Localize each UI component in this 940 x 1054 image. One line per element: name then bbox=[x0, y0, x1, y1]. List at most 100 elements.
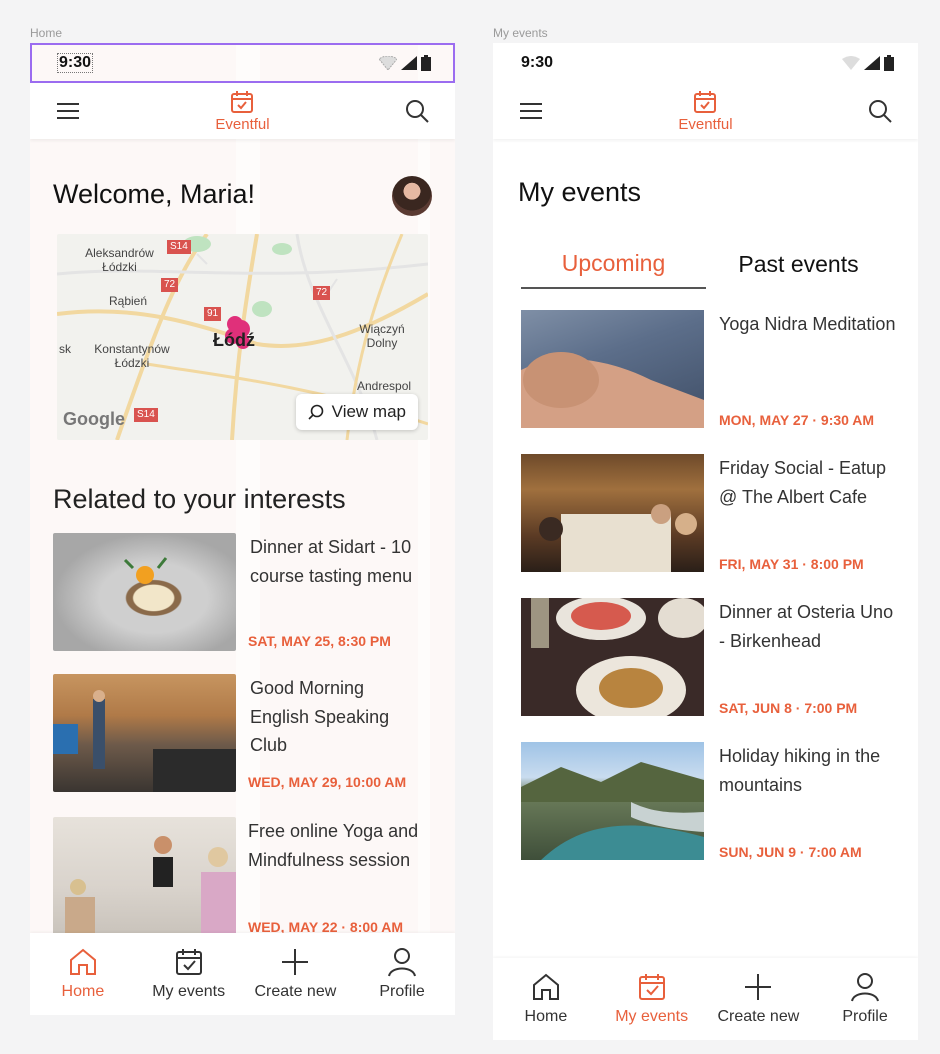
page-title: My events bbox=[518, 177, 642, 207]
battery-icon bbox=[884, 55, 894, 71]
menu-icon[interactable] bbox=[56, 102, 80, 120]
event-card[interactable]: Free online Yoga and Mindfulness session… bbox=[53, 817, 453, 935]
map-label: Rąbień bbox=[109, 294, 148, 308]
nav-profile[interactable]: Profile bbox=[362, 947, 442, 1001]
event-image bbox=[521, 742, 704, 860]
nav-label: Home bbox=[61, 983, 105, 1000]
event-date: WED, MAY 29, 10:00 AM bbox=[248, 774, 407, 790]
event-image bbox=[521, 310, 704, 428]
signal-icon bbox=[864, 56, 880, 70]
event-date: SAT, MAY 25, 8:30 PM bbox=[248, 633, 391, 649]
calendar-check-icon bbox=[694, 90, 717, 113]
event-title: Friday Social - Eatup @ The Albert Cafe bbox=[719, 458, 887, 507]
person-icon bbox=[851, 973, 880, 1002]
status-time: 9:30 bbox=[56, 53, 94, 73]
battery-icon bbox=[421, 55, 431, 71]
road-badge: 72 bbox=[313, 286, 331, 300]
event-title: Dinner at Osteria Uno - Birkenhead bbox=[719, 602, 894, 651]
search-icon[interactable] bbox=[405, 99, 429, 123]
avatar[interactable] bbox=[392, 176, 432, 216]
section-title: Related to your interests bbox=[53, 484, 346, 514]
event-image bbox=[53, 817, 236, 935]
my-events-screen: 9:30 Eventful My events Upcoming Past ev… bbox=[493, 43, 918, 1040]
event-card[interactable]: Friday Social - Eatup @ The Albert Cafe … bbox=[521, 454, 901, 572]
wifi-icon bbox=[842, 56, 860, 70]
nav-profile[interactable]: Profile bbox=[825, 972, 905, 1026]
view-map-label: View map bbox=[331, 402, 406, 421]
event-title: Holiday hiking in the mountains bbox=[719, 746, 881, 795]
app-bar: Eventful bbox=[30, 83, 455, 139]
wifi-icon bbox=[379, 56, 397, 70]
bottom-navigation: Home My events Create new Profile bbox=[30, 933, 455, 1015]
nav-home[interactable]: Home bbox=[506, 972, 586, 1026]
view-map-button[interactable]: View map bbox=[295, 394, 418, 430]
map-city-label: Łódź bbox=[213, 330, 255, 350]
calendar-check-icon bbox=[638, 974, 665, 1000]
person-icon bbox=[388, 948, 417, 977]
road-badge: S14 bbox=[134, 408, 158, 422]
system-icons bbox=[842, 55, 894, 71]
home-icon bbox=[69, 948, 96, 975]
signal-icon bbox=[401, 56, 417, 70]
road-badge: S14 bbox=[167, 240, 191, 254]
status-bar: 9:30 bbox=[30, 43, 455, 83]
event-image bbox=[521, 454, 704, 572]
plus-icon bbox=[282, 949, 309, 975]
event-card[interactable]: Dinner at Sidart - 10 course tasting men… bbox=[53, 533, 453, 651]
event-title: Free online Yoga and Mindfulness session bbox=[248, 821, 419, 870]
event-card[interactable]: Good Morning English Speaking Club WED, … bbox=[53, 674, 453, 792]
event-image bbox=[521, 598, 704, 716]
event-card[interactable]: Holiday hiking in the mountains SUN, JUN… bbox=[521, 742, 901, 860]
event-card[interactable]: Dinner at Osteria Uno - Birkenhead SAT, … bbox=[521, 598, 901, 716]
map-label: Aleksandrów Łódzki bbox=[85, 246, 154, 274]
event-card[interactable]: Yoga Nidra Meditation MON, MAY 27 · 9:30… bbox=[521, 310, 901, 428]
menu-icon[interactable] bbox=[519, 102, 543, 120]
plus-icon bbox=[745, 974, 772, 1000]
calendar-check-icon bbox=[175, 949, 202, 975]
nav-label: Home bbox=[524, 1008, 568, 1025]
system-icons bbox=[379, 55, 431, 71]
calendar-check-icon bbox=[231, 90, 254, 113]
tab-upcoming[interactable]: Upcoming bbox=[521, 239, 706, 289]
home-screen: 9:30 Eventful Welcome, Maria! S14 72 72 … bbox=[30, 43, 455, 1015]
nav-home[interactable]: Home bbox=[43, 947, 123, 1001]
event-tabs: Upcoming Past events bbox=[521, 239, 891, 289]
nav-label: Create new bbox=[717, 1008, 800, 1025]
status-bar: 9:30 bbox=[493, 43, 918, 83]
search-icon bbox=[308, 404, 323, 420]
brand-logo: Eventful bbox=[215, 90, 270, 133]
nav-label: My events bbox=[152, 983, 226, 1000]
nav-create-new[interactable]: Create new bbox=[254, 947, 336, 1001]
frame-label-my-events: My events bbox=[493, 26, 548, 40]
map-label: Wiączyń Dolny bbox=[359, 322, 405, 350]
brand-name: Eventful bbox=[215, 115, 270, 133]
event-title: Good Morning English Speaking Club bbox=[250, 678, 390, 755]
event-date: FRI, MAY 31 · 8:00 PM bbox=[719, 556, 864, 572]
road-badge: 72 bbox=[161, 278, 179, 292]
nav-create-new[interactable]: Create new bbox=[717, 972, 799, 1026]
brand-logo: Eventful bbox=[678, 90, 733, 133]
bottom-navigation: Home My events Create new Profile bbox=[493, 958, 918, 1040]
tab-past-events[interactable]: Past events bbox=[706, 239, 891, 289]
welcome-heading: Welcome, Maria! bbox=[53, 179, 256, 209]
map-attribution: Google bbox=[63, 409, 125, 429]
nav-label: Profile bbox=[379, 983, 425, 1000]
nav-label: Create new bbox=[254, 983, 337, 1000]
event-date: SUN, JUN 9 · 7:00 AM bbox=[719, 844, 862, 860]
search-icon[interactable] bbox=[868, 99, 892, 123]
event-title: Yoga Nidra Meditation bbox=[719, 314, 896, 334]
app-bar: Eventful bbox=[493, 83, 918, 139]
home-icon bbox=[532, 973, 559, 1000]
map-label: sk bbox=[59, 342, 71, 356]
status-time: 9:30 bbox=[521, 54, 554, 71]
nav-my-events[interactable]: My events bbox=[149, 947, 229, 1001]
map-label: Konstantynów Łódzki bbox=[94, 342, 170, 370]
event-image bbox=[53, 533, 236, 651]
map-preview[interactable]: S14 72 72 91 S14 Aleksandrów Łódzki Rąbi… bbox=[57, 234, 428, 440]
frame-label-home: Home bbox=[30, 26, 63, 40]
road-badge: 91 bbox=[204, 307, 222, 321]
nav-my-events[interactable]: My events bbox=[612, 972, 692, 1026]
map-label: Andrespol bbox=[357, 379, 412, 393]
event-date: MON, MAY 27 · 9:30 AM bbox=[719, 412, 875, 428]
event-date: SAT, JUN 8 · 7:00 PM bbox=[719, 700, 858, 716]
